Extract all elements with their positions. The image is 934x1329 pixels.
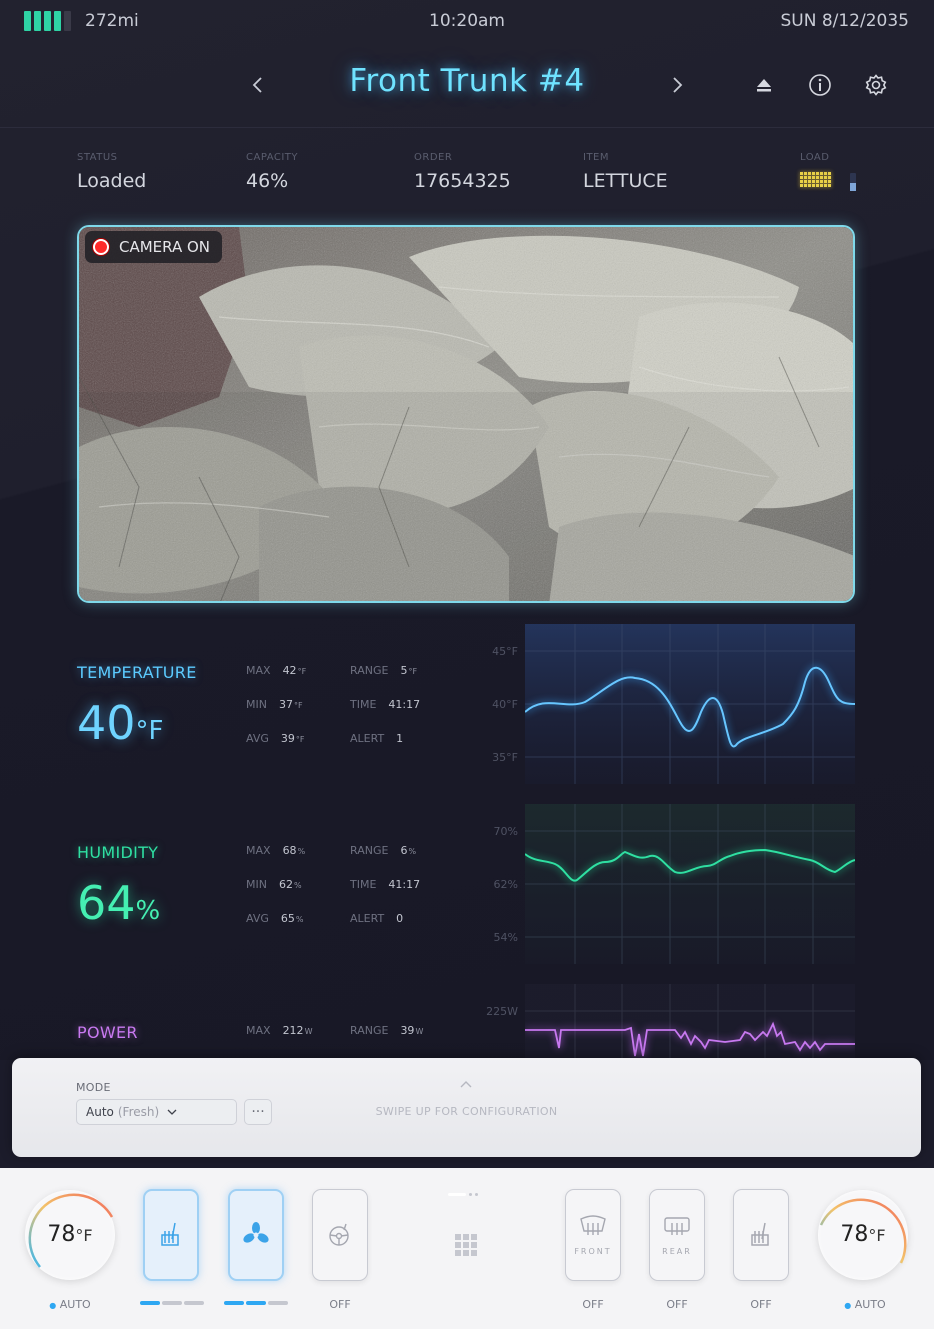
- app-grid-icon[interactable]: [455, 1234, 477, 1256]
- humidity-avg: AVG 65%: [246, 912, 304, 925]
- rear-defrost-button[interactable]: REAR: [649, 1189, 705, 1281]
- temp-y-label: 45°F: [492, 645, 518, 658]
- power-y-label: 225W: [486, 1005, 518, 1018]
- steering-heat-label: OFF: [329, 1298, 351, 1311]
- load-label: LOAD: [800, 152, 830, 163]
- header-divider: [0, 127, 934, 128]
- info-icon[interactable]: [805, 70, 835, 100]
- order-value: 17654325: [414, 170, 511, 192]
- item-label: ITEM: [583, 152, 610, 163]
- power-chart: [525, 984, 855, 1058]
- mode-select[interactable]: Auto (Fresh): [76, 1099, 237, 1125]
- fan-level-bars: [224, 1301, 288, 1305]
- seat-heat-right-label: OFF: [750, 1298, 772, 1311]
- capacity-value: 46%: [246, 170, 289, 192]
- date-text: SUN 8/12/2035: [780, 11, 909, 31]
- front-defrost-sub: FRONT: [574, 1246, 612, 1256]
- humidity-value: 64%: [77, 876, 161, 930]
- chevron-down-icon: [167, 1109, 177, 1115]
- humidity-max: MAX 68%: [246, 844, 306, 857]
- lettuce-camera-image: [79, 227, 853, 601]
- fan-icon: [243, 1222, 269, 1243]
- swipe-hint: SWIPE UP FOR CONFIGURATION: [375, 1105, 558, 1118]
- order-label: ORDER: [414, 152, 453, 163]
- seat-heat-level-bars: [140, 1301, 204, 1305]
- right-temp-value: 78°F: [840, 1222, 886, 1247]
- seat-heat-icon: [751, 1222, 769, 1246]
- camera-status-badge: CAMERA ON: [85, 231, 223, 263]
- seat-heat-icon: [161, 1222, 179, 1246]
- load-grid-icon: [800, 172, 831, 187]
- more-options-button[interactable]: ···: [244, 1099, 272, 1125]
- humidity-chart: [525, 804, 855, 964]
- left-mode-label: ● AUTO: [49, 1298, 91, 1311]
- camera-badge-text: CAMERA ON: [119, 238, 211, 256]
- camera-feed[interactable]: [77, 225, 855, 603]
- fan-button[interactable]: [228, 1189, 284, 1281]
- temp-time: TIME 41:17: [350, 698, 421, 711]
- mode-value: Auto: [86, 1105, 114, 1119]
- temp-y-label: 35°F: [492, 751, 518, 764]
- status-value: Loaded: [77, 170, 147, 192]
- humidity-time: TIME 41:17: [350, 878, 421, 891]
- humidity-y-label: 70%: [493, 825, 518, 838]
- power-range: RANGE 39W: [350, 1024, 424, 1037]
- front-defrost-button[interactable]: FRONT: [565, 1189, 621, 1281]
- power-max: MAX 212W: [246, 1024, 313, 1037]
- temperature-title: TEMPERATURE: [77, 663, 197, 682]
- humidity-title: HUMIDITY: [77, 843, 159, 862]
- temp-max: MAX 42°F: [246, 664, 307, 677]
- humidity-min: MIN 62%: [246, 878, 302, 891]
- front-defrost-icon: [580, 1214, 606, 1235]
- temp-min: MIN 37°F: [246, 698, 303, 711]
- item-value: LETTUCE: [583, 170, 668, 192]
- humidity-y-label: 62%: [493, 878, 518, 891]
- sheet-handle-chevron-icon[interactable]: [459, 1078, 473, 1091]
- next-chevron-icon[interactable]: [662, 70, 692, 100]
- rear-defrost-label: OFF: [666, 1298, 688, 1311]
- status-label: STATUS: [77, 152, 118, 163]
- temp-y-label: 40°F: [492, 698, 518, 711]
- page-title: Front Trunk #4: [349, 63, 585, 99]
- right-mode-label: ● AUTO: [844, 1298, 886, 1311]
- capacity-label: CAPACITY: [246, 152, 299, 163]
- rear-defrost-sub: REAR: [662, 1246, 692, 1256]
- temp-range: RANGE 5°F: [350, 664, 418, 677]
- steering-heat-button[interactable]: [312, 1189, 368, 1281]
- mode-label: MODE: [76, 1081, 111, 1094]
- seat-heat-right-button[interactable]: [733, 1189, 789, 1281]
- page-indicator: [448, 1193, 478, 1196]
- seat-heat-left-button[interactable]: [143, 1189, 199, 1281]
- humidity-y-label: 54%: [493, 931, 518, 944]
- load-level-bar: [850, 173, 856, 191]
- front-defrost-label: OFF: [582, 1298, 604, 1311]
- temperature-chart: [525, 624, 855, 784]
- rear-defrost-icon: [664, 1216, 690, 1235]
- humidity-alert: ALERT 0: [350, 912, 404, 925]
- mode-sub: (Fresh): [117, 1105, 160, 1119]
- temp-avg: AVG 39°F: [246, 732, 305, 745]
- temp-alert: ALERT 1: [350, 732, 404, 745]
- eject-icon[interactable]: [749, 70, 779, 100]
- steering-wheel-heat-icon: [329, 1223, 349, 1246]
- temperature-value: 40°F: [77, 696, 164, 750]
- settings-gear-icon[interactable]: [861, 70, 891, 100]
- left-temp-value: 78°F: [47, 1222, 93, 1247]
- record-dot-icon: [93, 239, 109, 255]
- humidity-range: RANGE 6%: [350, 844, 417, 857]
- power-title: POWER: [77, 1023, 138, 1042]
